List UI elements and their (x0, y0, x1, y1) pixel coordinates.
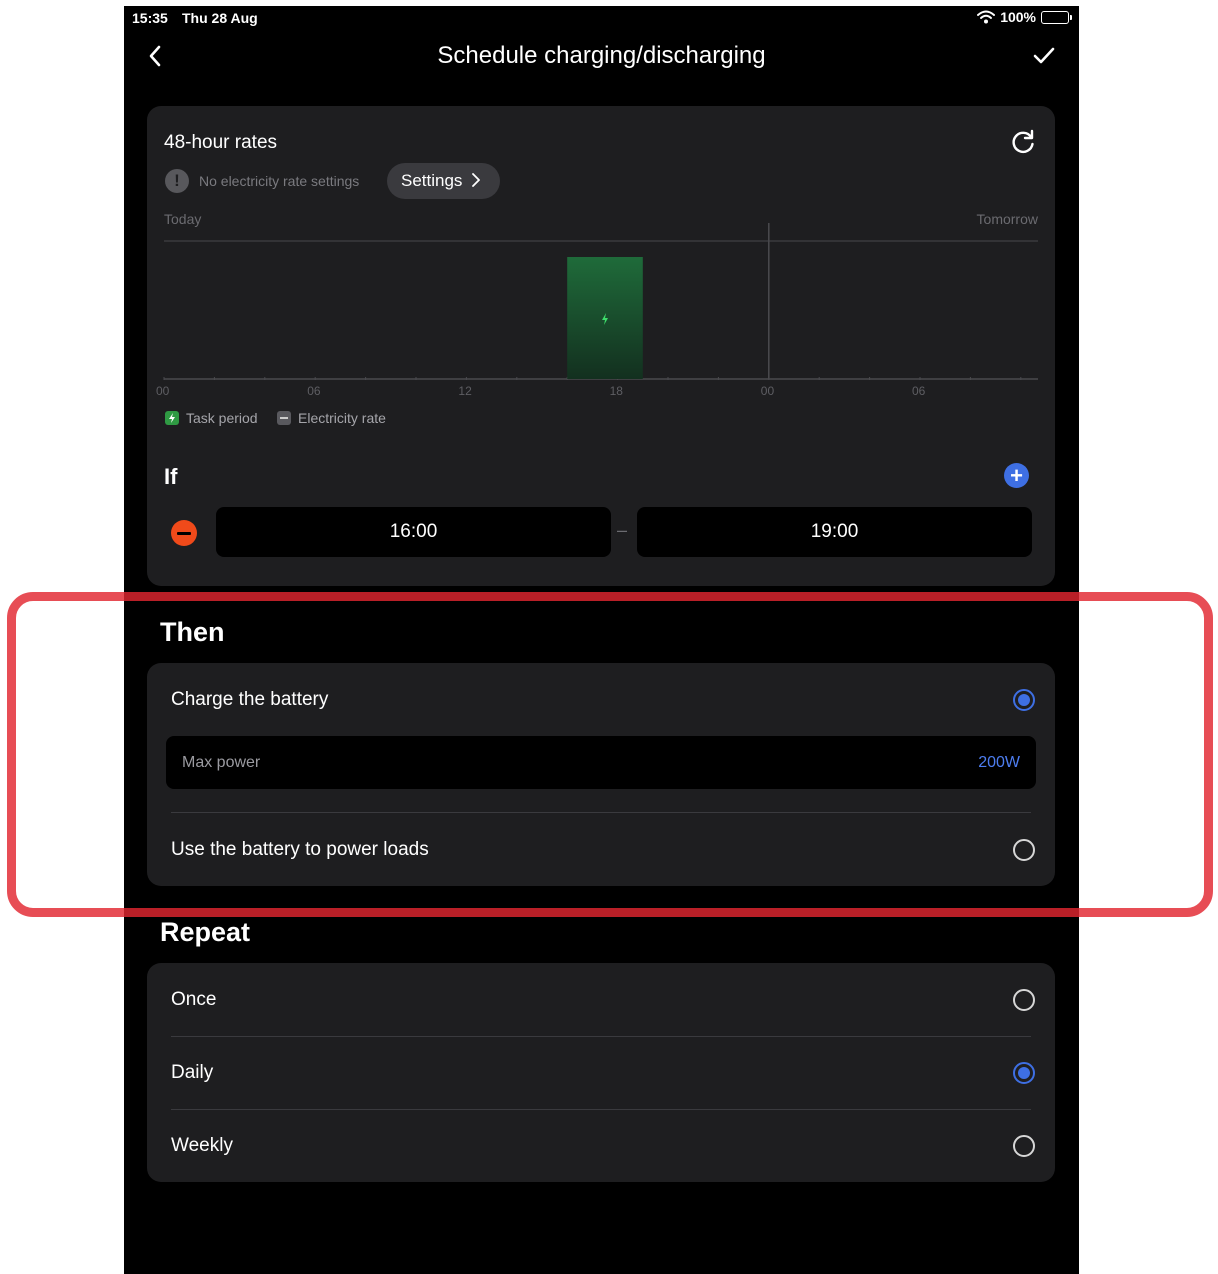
legend-rate-label: Electricity rate (298, 410, 386, 426)
radio-daily[interactable] (1013, 1062, 1035, 1084)
max-power-label: Max power (182, 754, 261, 771)
divider (171, 1036, 1031, 1037)
repeat-title: Repeat (160, 917, 251, 947)
plus-icon: + (1010, 463, 1023, 488)
battery-icon (1041, 10, 1072, 24)
legend-task-label: Task period (186, 410, 258, 426)
wifi-icon (977, 10, 996, 24)
rate-chart: 00 06 12 18 00 06 (156, 223, 1038, 398)
rates-title: 48-hour rates (164, 132, 278, 153)
status-date: Thu 28 Aug (182, 10, 258, 26)
repeat-card: Once Daily Weekly (147, 963, 1055, 1182)
time-range-separator: – (617, 520, 628, 540)
option-discharge-label[interactable]: Use the battery to power loads (171, 839, 429, 861)
option-charge-label[interactable]: Charge the battery (171, 689, 328, 711)
legend-task-period: Task period (165, 410, 258, 426)
end-time-field[interactable]: 19:00 (637, 507, 1032, 557)
if-title: If (164, 464, 178, 489)
lightning-icon (165, 411, 179, 425)
then-title: Then (160, 617, 225, 647)
repeat-once-label[interactable]: Once (171, 989, 216, 1011)
x-tick-label: 18 (610, 384, 624, 398)
max-power-value: 200W (978, 754, 1020, 771)
then-card: Charge the battery Max power 200W Use th… (147, 663, 1055, 886)
rate-legend-icon (277, 411, 291, 425)
page-title: Schedule charging/discharging (437, 42, 766, 69)
no-rate-warning: No electricity rate settings (199, 173, 360, 189)
x-tick-label: 06 (912, 384, 926, 398)
settings-label: Settings (401, 171, 463, 190)
radio-discharge[interactable] (1013, 839, 1035, 861)
divider (171, 1109, 1031, 1110)
x-tick-label: 12 (458, 384, 472, 398)
x-tick-label: 06 (307, 384, 321, 398)
max-power-field[interactable]: Max power 200W (166, 736, 1036, 789)
radio-once[interactable] (1013, 989, 1035, 1011)
legend-electricity-rate: Electricity rate (277, 410, 386, 426)
rate-settings-button[interactable]: Settings (387, 163, 500, 199)
battery-percent: 100% (1000, 9, 1036, 25)
status-bar: 15:35 Thu 28 Aug 100% (124, 6, 1079, 28)
start-time-field[interactable]: 16:00 (216, 507, 611, 557)
x-tick-label: 00 (761, 384, 775, 398)
status-time: 15:35 (132, 10, 168, 26)
warning-icon: ! (165, 169, 189, 193)
remove-condition-button[interactable] (171, 520, 197, 546)
checkmark-icon[interactable] (1029, 42, 1059, 70)
x-tick-label: 00 (156, 384, 170, 398)
status-right: 100% (977, 9, 1072, 25)
refresh-icon[interactable] (1009, 128, 1037, 156)
divider (171, 812, 1031, 813)
add-condition-button[interactable]: + (1004, 463, 1029, 488)
radio-weekly[interactable] (1013, 1135, 1035, 1157)
radio-charge[interactable] (1013, 689, 1035, 711)
repeat-daily-label[interactable]: Daily (171, 1062, 213, 1084)
rates-card: 48-hour rates ! No electricity rate sett… (147, 106, 1055, 586)
repeat-weekly-label[interactable]: Weekly (171, 1135, 233, 1157)
chevron-right-icon (472, 173, 481, 187)
app-screen: 15:35 Thu 28 Aug 100% Schedule charging/… (124, 6, 1079, 1274)
